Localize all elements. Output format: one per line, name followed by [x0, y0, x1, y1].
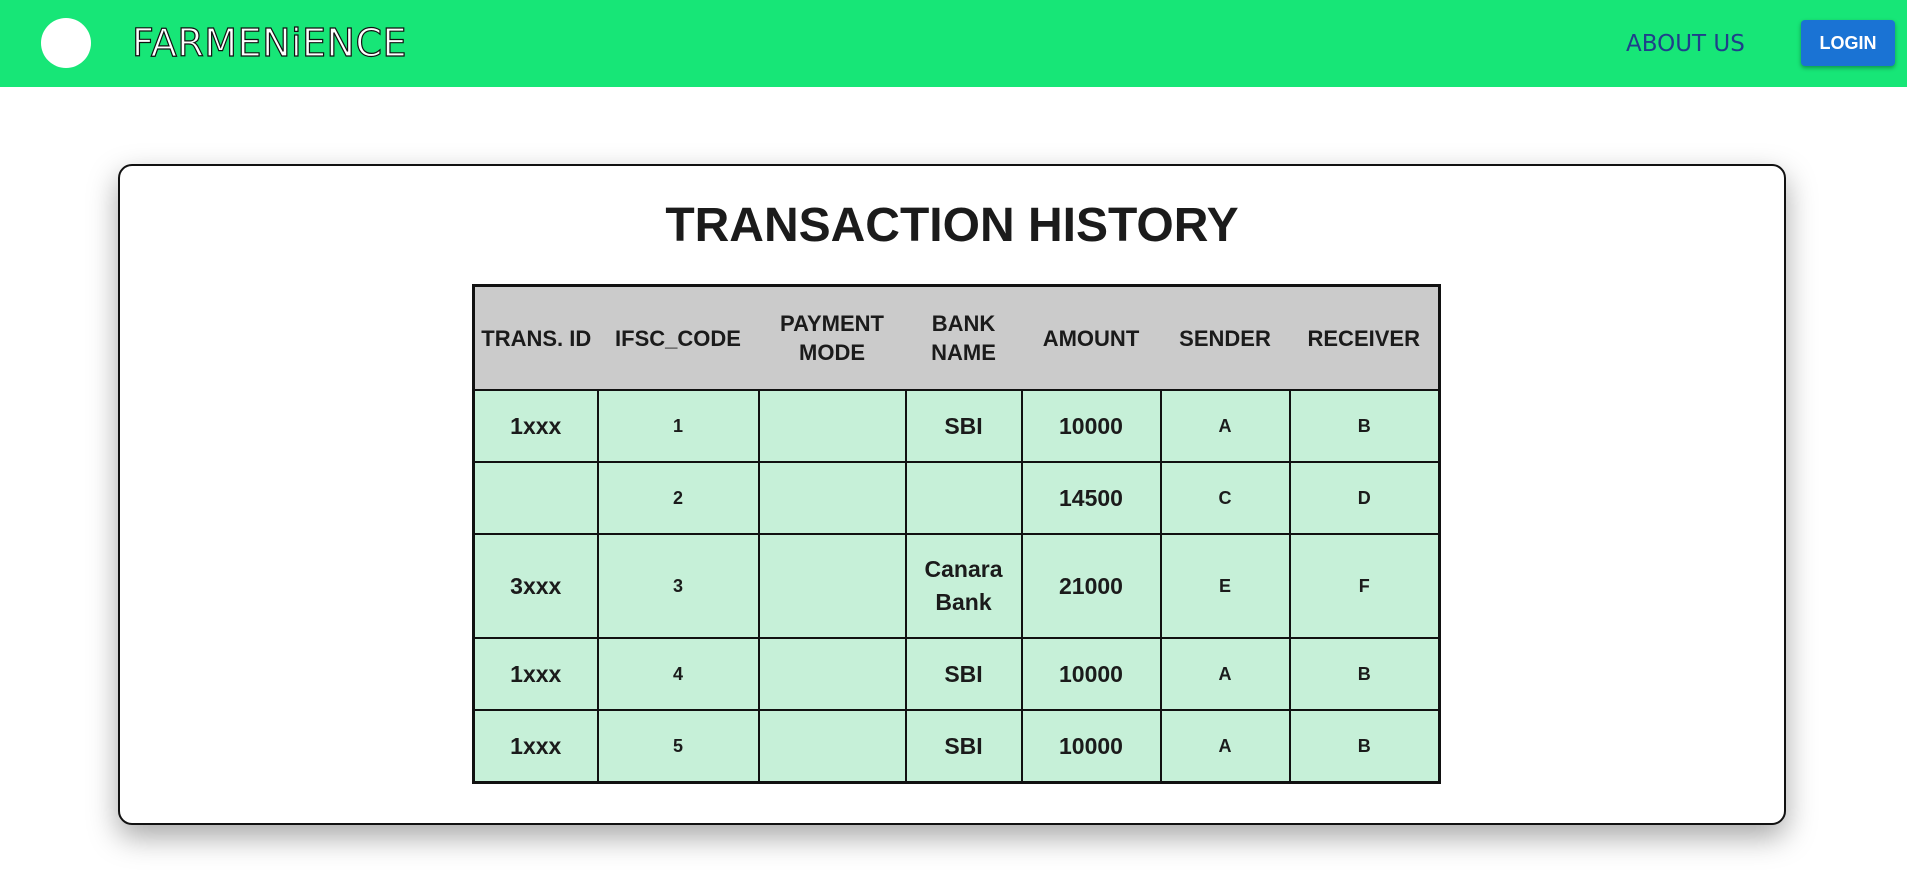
brand-name[interactable]: FARMENiENCE — [131, 20, 407, 66]
header-sender: SENDER — [1160, 285, 1290, 390]
cell-trans-id: 1xxx — [472, 709, 599, 784]
header-trans-id: TRANS. ID — [473, 285, 598, 390]
login-button[interactable]: LOGIN — [1801, 20, 1895, 66]
cell-amount: 21000 — [1020, 533, 1162, 639]
cell-ifsc-code: 3 — [596, 533, 760, 639]
about-us-link[interactable]: ABOUT US — [1626, 26, 1745, 62]
cell-sender: C — [1159, 461, 1291, 535]
table-header-row: TRANS. ID IFSC_CODE PAYMENT MODE BANK NA… — [473, 285, 1440, 390]
table-row: 2 14500 C D — [472, 461, 1441, 535]
table-row: 1xxx 1 SBI 10000 A B — [472, 389, 1441, 463]
cell-ifsc-code: 5 — [596, 709, 760, 784]
header-ifsc-code: IFSC_CODE — [597, 285, 759, 390]
cell-bank-name: SBI — [904, 637, 1023, 711]
header-bank-name: BANK NAME — [905, 285, 1022, 390]
cell-ifsc-code: 1 — [596, 389, 760, 463]
transaction-table: TRANS. ID IFSC_CODE PAYMENT MODE BANK NA… — [472, 284, 1441, 784]
page-title: TRANSACTION HISTORY — [665, 199, 1239, 252]
cell-amount: 10000 — [1020, 637, 1162, 711]
cell-ifsc-code: 4 — [596, 637, 760, 711]
cell-trans-id: 1xxx — [472, 637, 599, 711]
cell-receiver: B — [1288, 709, 1441, 784]
cell-amount: 14500 — [1020, 461, 1162, 535]
cell-sender: A — [1159, 637, 1291, 711]
header-amount: AMOUNT — [1021, 285, 1161, 390]
cell-payment-mode — [757, 637, 907, 711]
table-row: 3xxx 3 Canara Bank 21000 E F — [472, 533, 1441, 639]
cell-bank-name: SBI — [904, 389, 1023, 463]
cell-trans-id: 3xxx — [472, 533, 599, 639]
cell-payment-mode — [757, 461, 907, 535]
header-receiver: RECEIVER — [1289, 285, 1440, 390]
cell-bank-name: SBI — [904, 709, 1023, 784]
cell-receiver: D — [1288, 461, 1441, 535]
cell-ifsc-code: 2 — [596, 461, 760, 535]
cell-amount: 10000 — [1020, 389, 1162, 463]
cell-payment-mode — [757, 709, 907, 784]
header-payment-mode: PAYMENT MODE — [758, 285, 906, 390]
cell-payment-mode — [757, 533, 907, 639]
cell-receiver: B — [1288, 637, 1441, 711]
cell-bank-name: Canara Bank — [904, 533, 1023, 639]
cell-sender: A — [1159, 709, 1291, 784]
transaction-history-card: TRANSACTION HISTORY TRANS. ID IFSC_CODE … — [118, 164, 1786, 825]
cell-receiver: F — [1288, 533, 1441, 639]
table-row: 1xxx 4 SBI 10000 A B — [472, 637, 1441, 711]
logo-icon[interactable] — [41, 18, 91, 68]
cell-receiver: B — [1288, 389, 1441, 463]
cell-trans-id — [472, 461, 599, 535]
cell-bank-name — [904, 461, 1023, 535]
cell-trans-id: 1xxx — [472, 389, 599, 463]
cell-amount: 10000 — [1020, 709, 1162, 784]
cell-sender: E — [1159, 533, 1291, 639]
cell-payment-mode — [757, 389, 907, 463]
top-navbar: FARMENiENCE ABOUT US LOGIN — [0, 0, 1907, 87]
cell-sender: A — [1159, 389, 1291, 463]
table-row: 1xxx 5 SBI 10000 A B — [472, 709, 1441, 784]
